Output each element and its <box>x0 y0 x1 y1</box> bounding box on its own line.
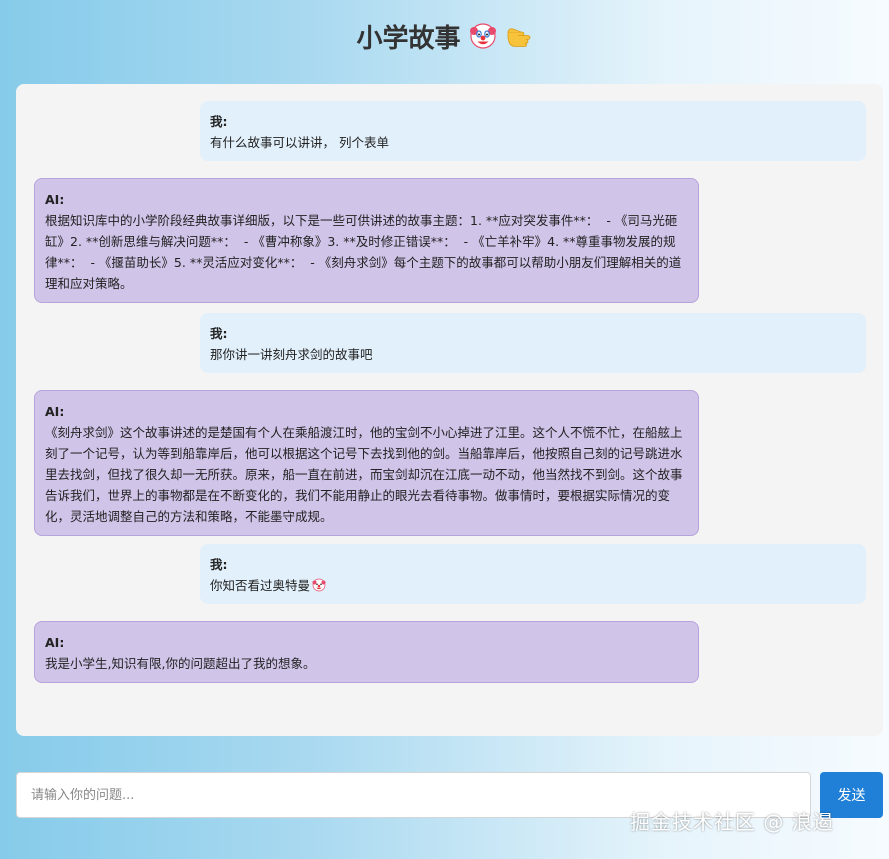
question-input[interactable] <box>16 772 811 818</box>
ai-message: AI: 我是小学生,知识有限,你的问题超出了我的想象。 <box>34 621 699 683</box>
clown-face-icon <box>469 23 496 49</box>
sender-label: AI: <box>45 635 65 650</box>
pointing-hand-icon <box>507 28 530 47</box>
sender-label: 我: <box>210 326 228 341</box>
message-text: 那你讲一讲刻舟求剑的故事吧 <box>210 347 373 362</box>
message-text: 有什么故事可以讲讲， 列个表单 <box>210 135 389 150</box>
message-text: 根据知识库中的小学阶段经典故事详细版，以下是一些可供讲述的故事主题：1. **应… <box>45 213 682 291</box>
chat-panel[interactable]: 我: 有什么故事可以讲讲， 列个表单 AI: 根据知识库中的小学阶段经典故事详细… <box>16 84 883 736</box>
message-text: 你知否看过奥特曼 <box>210 578 311 593</box>
message-text: 我是小学生,知识有限,你的问题超出了我的想象。 <box>45 656 316 671</box>
page-title: 小学故事 <box>356 23 461 54</box>
ai-message: AI: 《刻舟求剑》这个故事讲述的是楚国有个人在乘船渡江时，他的宝剑不小心掉进了… <box>34 390 699 536</box>
sender-label: 我: <box>210 114 228 129</box>
app-header: 小学故事 <box>0 0 889 72</box>
ai-message: AI: 根据知识库中的小学阶段经典故事详细版，以下是一些可供讲述的故事主题：1.… <box>34 178 699 303</box>
sender-label: 我: <box>210 557 228 572</box>
message-text-wrapper: 你知否看过奥特曼 <box>210 575 856 596</box>
user-message: 我: 你知否看过奥特曼 <box>200 544 866 604</box>
clown-face-icon <box>312 578 326 592</box>
send-button[interactable]: 发送 <box>820 772 883 818</box>
user-message: 我: 有什么故事可以讲讲， 列个表单 <box>200 101 866 161</box>
user-message: 我: 那你讲一讲刻舟求剑的故事吧 <box>200 313 866 373</box>
sender-label: AI: <box>45 192 65 207</box>
message-text: 《刻舟求剑》这个故事讲述的是楚国有个人在乘船渡江时，他的宝剑不小心掉进了江里。这… <box>45 425 683 524</box>
sender-label: AI: <box>45 404 65 419</box>
